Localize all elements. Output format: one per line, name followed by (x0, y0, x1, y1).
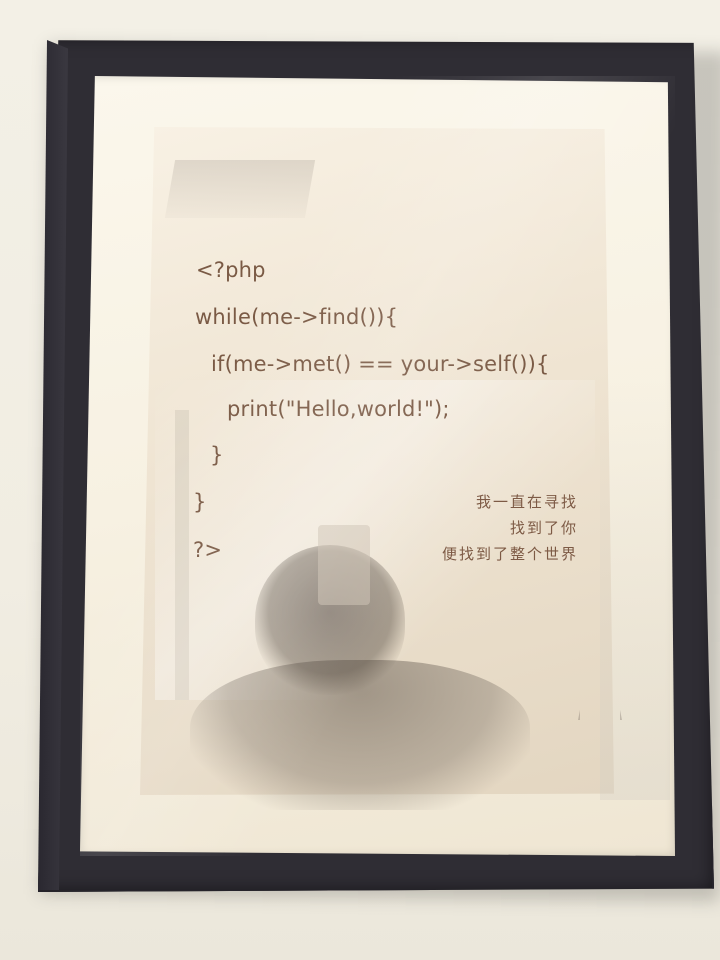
code-line-close-if: } (210, 443, 224, 467)
code-line-php-close: ?> (193, 538, 223, 562)
code-line-php-open: <?php (196, 258, 266, 282)
code-line-print: print("Hello,world!"); (227, 397, 450, 421)
chinese-line-1: 我一直在寻找 (475, 493, 578, 511)
code-line-while: while(me->find()){ (195, 305, 399, 329)
chinese-line-3: 便找到了整个世界 (441, 545, 578, 563)
code-line-close-while: } (193, 490, 207, 514)
chinese-line-2: 找到了你 (509, 519, 578, 537)
code-line-if: if(me->met() == your->self()){ (211, 352, 550, 376)
photo-scene: <?php while(me->find()){ if(me->met() ==… (0, 0, 720, 960)
